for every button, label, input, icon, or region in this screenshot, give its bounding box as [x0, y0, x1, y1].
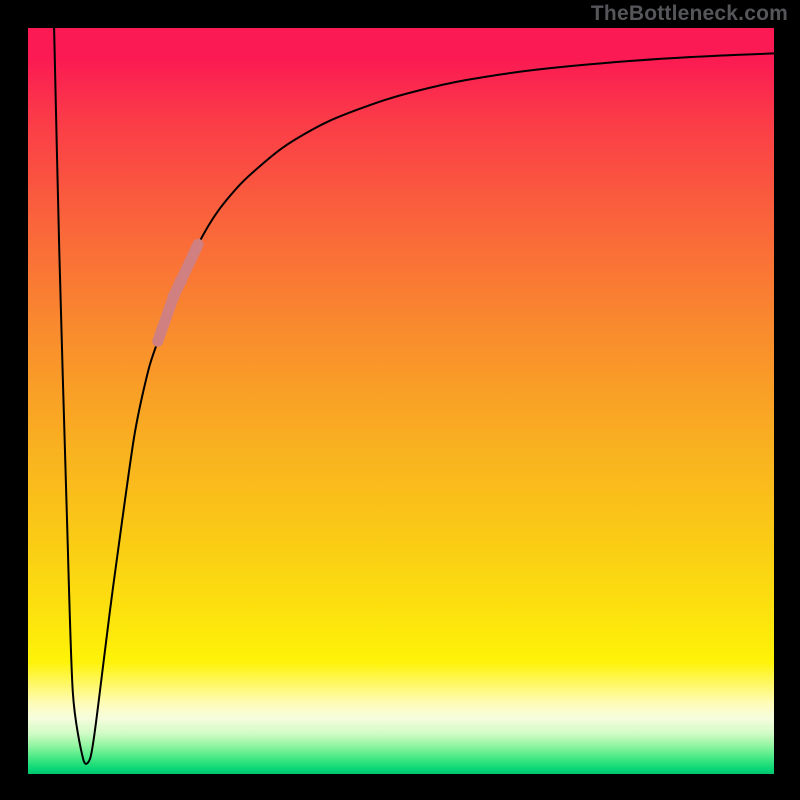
highlight-dot	[168, 291, 180, 303]
chart-stage: TheBottleneck.com	[0, 0, 800, 800]
attribution-label: TheBottleneck.com	[591, 2, 788, 26]
highlight-dot	[175, 275, 187, 287]
plot-area	[28, 28, 774, 774]
curve-layer	[28, 28, 774, 774]
bottleneck-curve	[54, 28, 774, 764]
